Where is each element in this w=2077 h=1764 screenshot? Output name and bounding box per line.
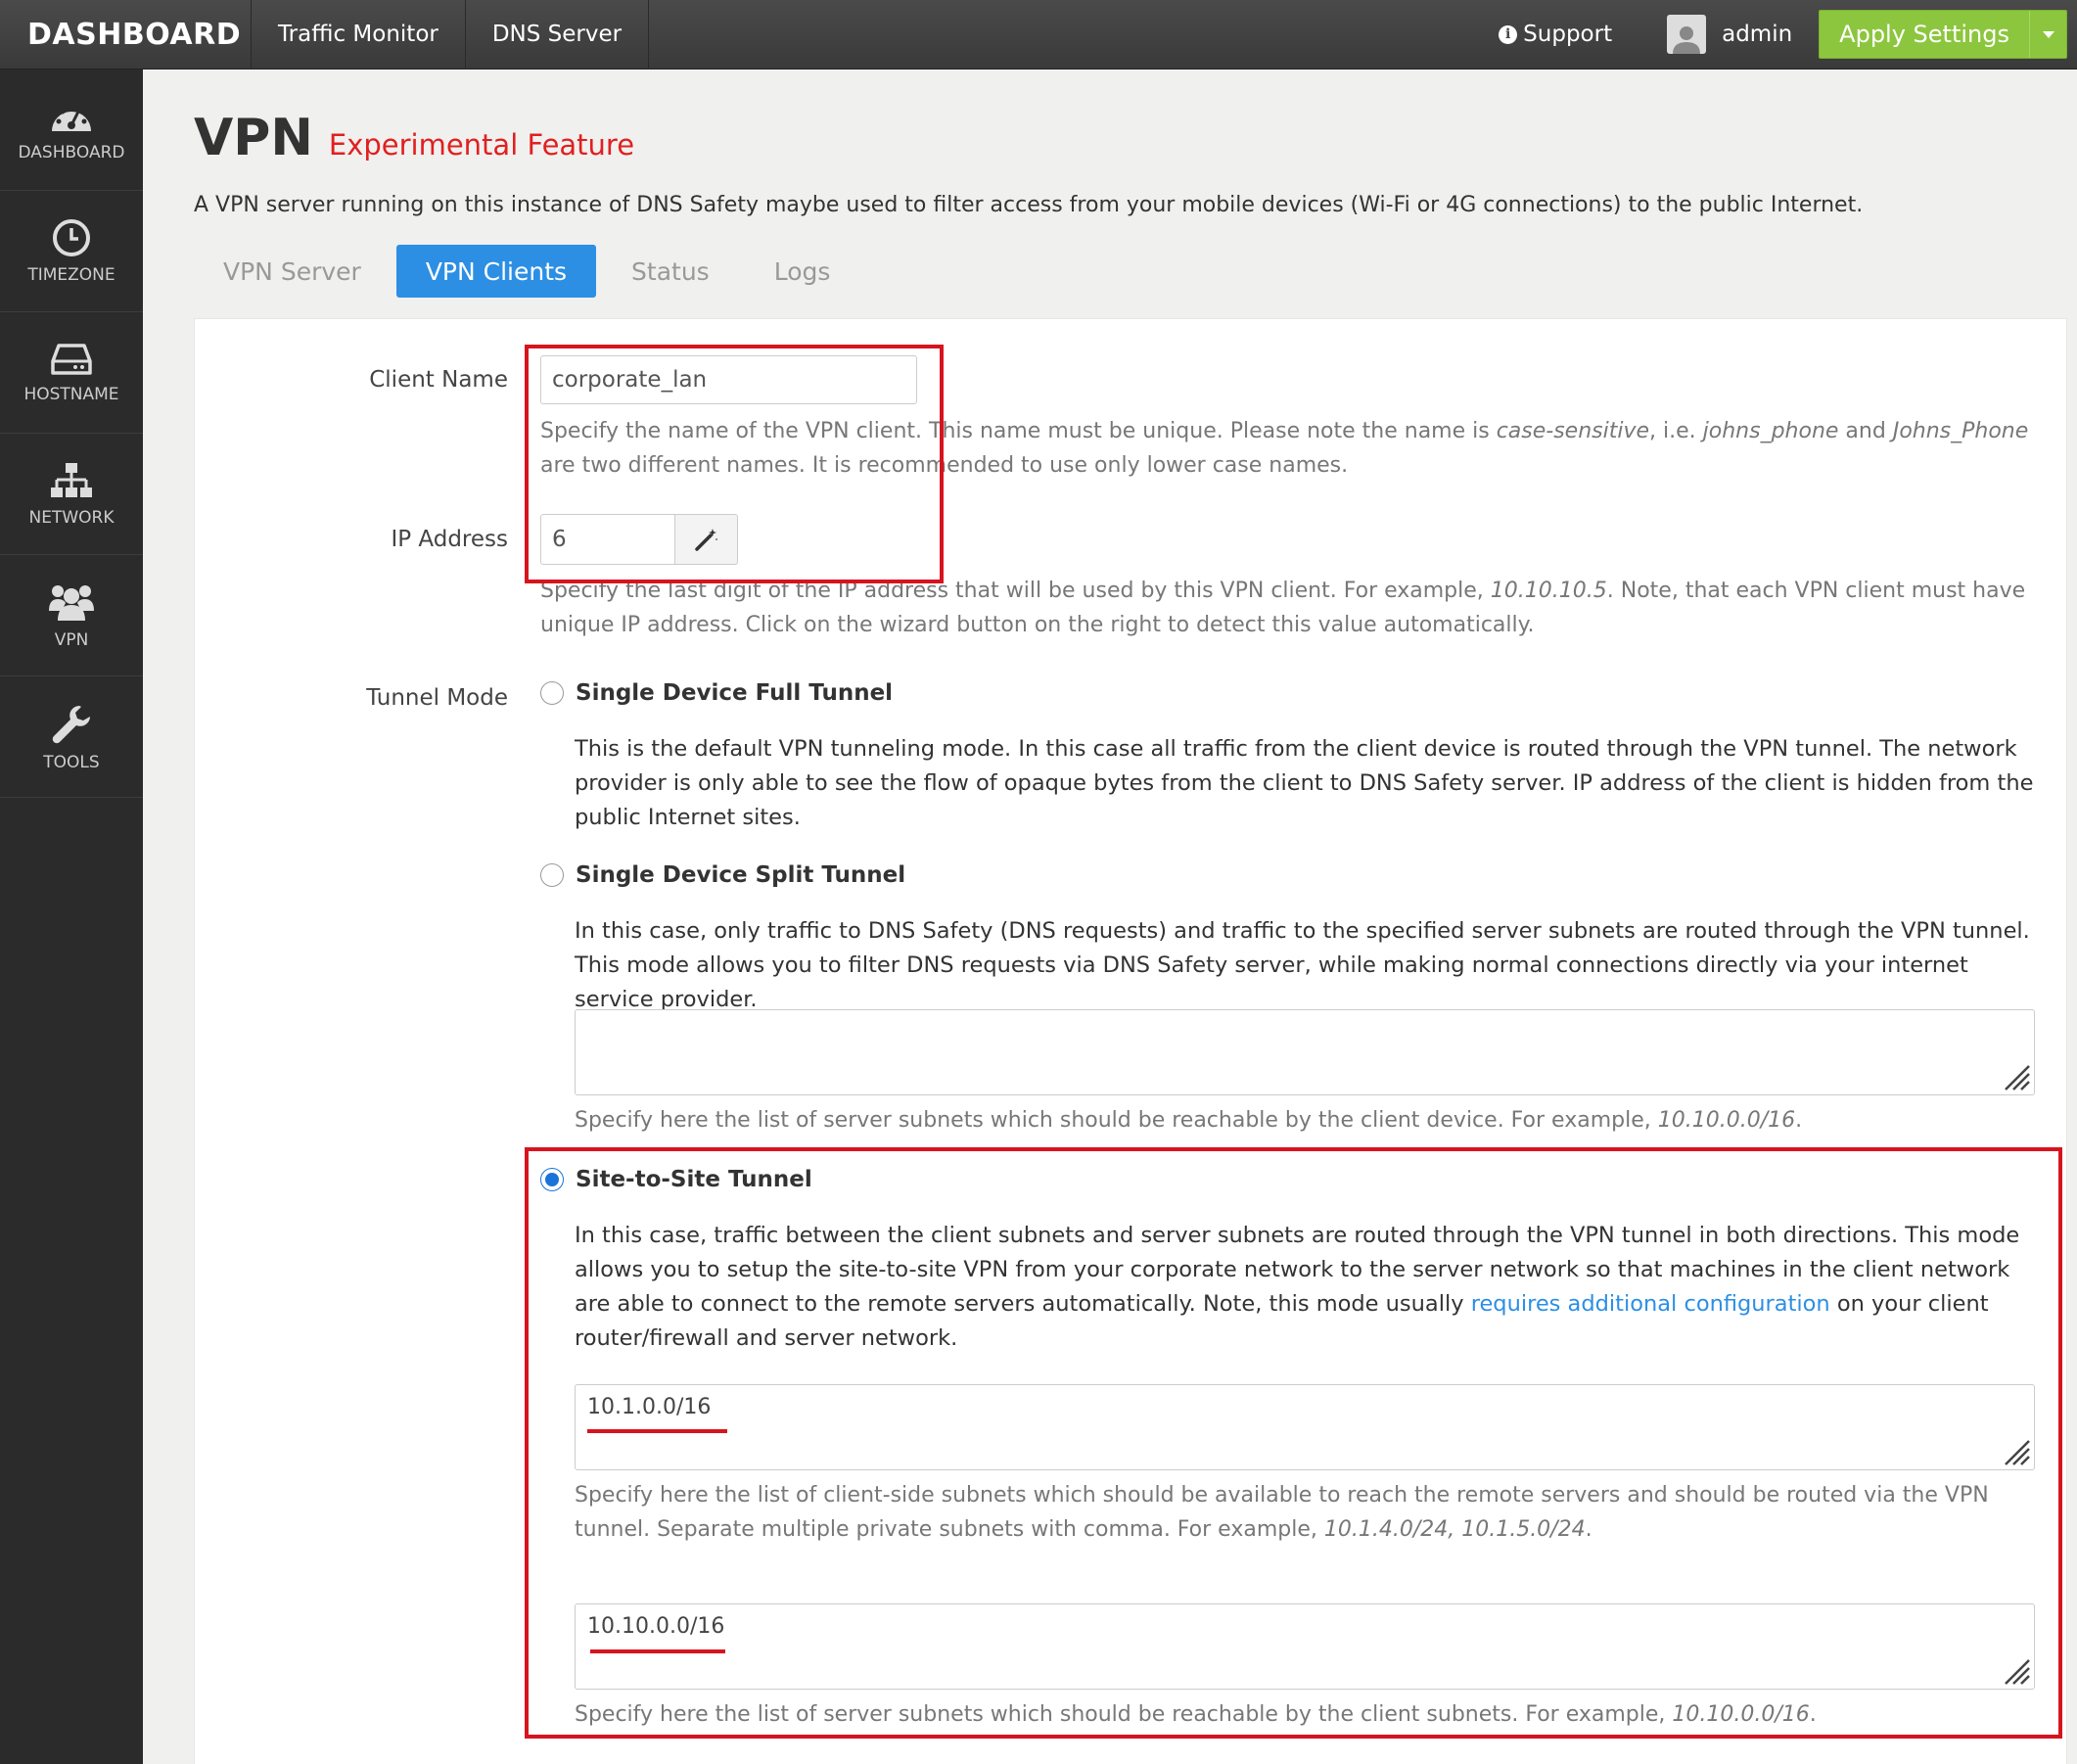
server-subnets-help: Specify here the list of server subnets … [575,1702,1817,1727]
avatar [1667,15,1707,54]
split-tunnel-radio[interactable] [540,863,564,887]
sidebar-item-hostname[interactable]: HOSTNAME [0,312,143,434]
radio-split-tunnel[interactable]: Single Device Split Tunnel [540,862,905,888]
ip-address-label: IP Address [391,527,508,552]
brand-logo[interactable]: DASHBOARD [0,0,252,70]
tab-vpn-clients[interactable]: VPN Clients [395,245,597,298]
sidebar-label-hostname: HOSTNAME [23,384,119,404]
client-subnets-textarea[interactable]: 10.1.0.0/16 [575,1384,2035,1470]
tab-bar: VPN Server VPN Clients Status Logs [194,245,865,298]
wrench-icon [52,705,90,743]
apply-settings-button[interactable]: Apply Settings [1819,10,2067,59]
vpn-client-form: Client Name corporate_lan Specify the na… [194,318,2067,1764]
dashboard-gauge-icon [52,105,91,131]
user-silhouette-icon [1673,26,1701,54]
full-tunnel-radio[interactable] [540,681,564,705]
magic-wand-icon [694,529,717,551]
user-menu[interactable]: admin [1667,15,1792,54]
tab-logs[interactable]: Logs [745,245,860,298]
site-to-site-radio[interactable] [540,1168,564,1191]
nav-dns-server[interactable]: DNS Server [466,0,650,70]
sidebar-label-timezone: TIMEZONE [27,264,115,285]
sidebar-item-dashboard[interactable]: DASHBOARD [0,70,143,191]
sidebar-item-timezone[interactable]: TIMEZONE [0,191,143,312]
full-tunnel-description: This is the default VPN tunneling mode. … [575,736,2034,830]
ip-address-input[interactable]: 6 [540,514,675,565]
username: admin [1722,22,1793,47]
sidebar-label-network: NETWORK [28,507,115,528]
client-name-label: Client Name [369,367,508,393]
support-label: Support [1523,22,1613,47]
nav-traffic-monitor[interactable]: Traffic Monitor [252,0,466,70]
site-to-site-label: Site-to-Site Tunnel [576,1167,812,1192]
chevron-down-icon[interactable] [2029,11,2066,58]
support-link[interactable]: i Support [1499,22,1612,47]
resize-grip-icon[interactable] [2002,1062,2031,1091]
experimental-badge: Experimental Feature [328,128,635,162]
server-subnets-textarea[interactable]: 10.10.0.0/16 [575,1603,2035,1690]
top-navbar: DASHBOARD Traffic Monitor DNS Server i S… [0,0,2077,70]
ip-address-help: Specify the last digit of the IP address… [540,579,2026,637]
main-content: VPN Experimental Feature A VPN server ru… [143,70,2077,1764]
ip-wizard-button[interactable] [675,514,738,565]
sidebar: DASHBOARD TIMEZONE HOSTNAME NETWORK VPN … [0,70,143,1764]
apply-settings-label: Apply Settings [1839,21,2009,48]
sidebar-label-vpn: VPN [54,629,89,650]
split-tunnel-description: In this case, only traffic to DNS Safety… [575,918,2030,1012]
topbar-right: i Support admin Apply Settings [1499,0,2077,70]
highlight-underline-server-subnet [590,1649,725,1653]
tunnel-mode-label: Tunnel Mode [366,685,508,711]
client-subnets-help: Specify here the list of client-side sub… [575,1483,1989,1542]
sidebar-label-dashboard: DASHBOARD [18,142,125,162]
resize-grip-icon[interactable] [2002,1437,2031,1466]
resize-grip-icon[interactable] [2002,1656,2031,1686]
radio-site-to-site-tunnel[interactable]: Site-to-Site Tunnel [540,1167,812,1192]
split-server-subnets-textarea[interactable] [575,1009,2035,1095]
sidebar-item-tools[interactable]: TOOLS [0,676,143,798]
clock-icon [53,218,90,256]
tab-vpn-server[interactable]: VPN Server [194,245,391,298]
hard-drive-icon [51,343,92,375]
page-description: A VPN server running on this instance of… [194,193,1864,217]
page-title: VPN [194,109,313,167]
split-tunnel-label: Single Device Split Tunnel [576,862,906,888]
radio-full-tunnel[interactable]: Single Device Full Tunnel [540,680,893,706]
full-tunnel-label: Single Device Full Tunnel [576,680,894,706]
users-icon [49,584,94,621]
sidebar-label-tools: TOOLS [43,752,100,772]
sitemap-icon [51,462,92,497]
highlight-underline-client-subnet [587,1429,727,1433]
server-subnets-value: 10.10.0.0/16 [587,1614,725,1639]
sidebar-item-vpn[interactable]: VPN [0,555,143,676]
site-to-site-description: In this case, traffic between the client… [575,1223,2020,1351]
info-icon: i [1499,24,1518,44]
page-header: VPN Experimental Feature [194,109,634,167]
additional-configuration-link[interactable]: requires additional configuration [1471,1291,1830,1317]
client-subnets-value: 10.1.0.0/16 [587,1395,712,1419]
tab-status[interactable]: Status [602,245,739,298]
client-name-help: Specify the name of the VPN client. This… [540,419,2029,478]
split-server-subnets-help: Specify here the list of server subnets … [575,1108,1803,1133]
client-name-input[interactable]: corporate_lan [540,355,917,404]
sidebar-item-network[interactable]: NETWORK [0,434,143,555]
